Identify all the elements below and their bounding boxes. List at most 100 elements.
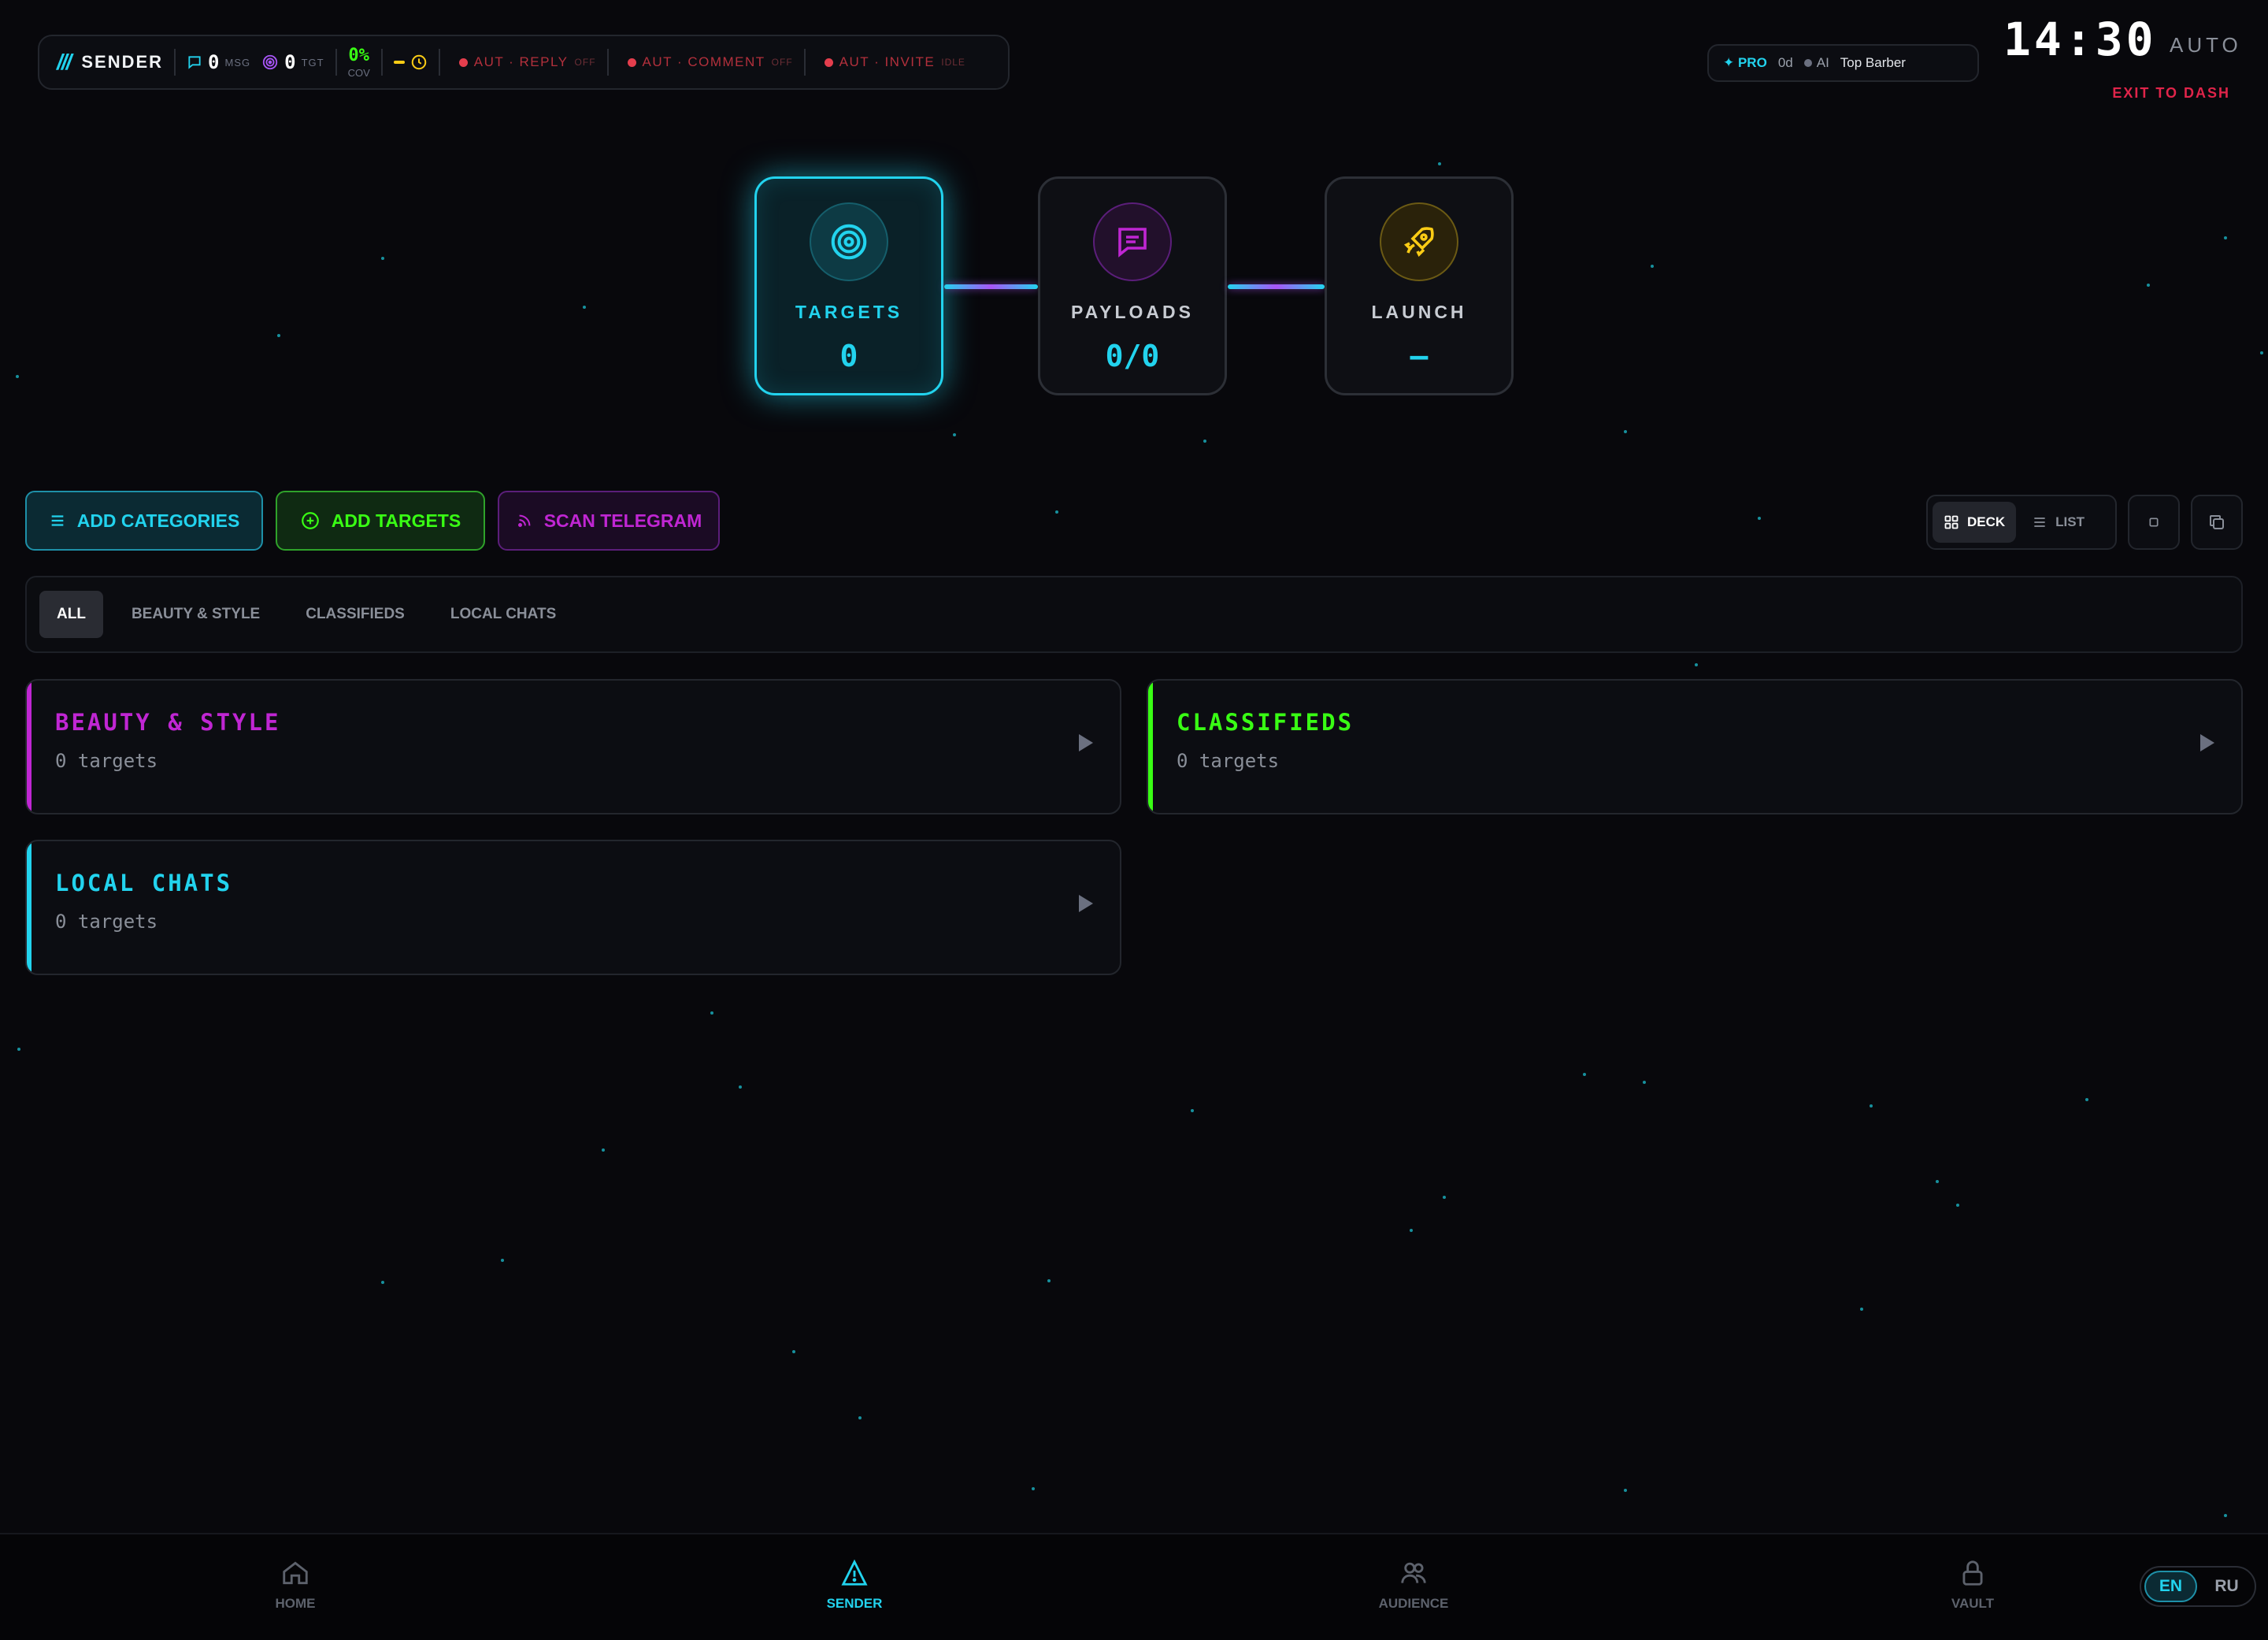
step-value: 0/0 (1105, 339, 1160, 373)
status-bar: /// SENDER 0 MSG 0 TGT 0% COV AUT · REPL… (38, 35, 1010, 90)
automation-name: AUT · INVITE (839, 54, 936, 69)
chat-icon (188, 56, 201, 69)
account-pill[interactable]: ✦ PRO 0d AI Top Barber (1707, 44, 1979, 82)
ai-status: AI (1804, 55, 1829, 71)
plan-badge: ✦ PRO (1723, 55, 1767, 70)
exit-to-dash-link[interactable]: EXIT TO DASH (2112, 85, 2230, 102)
square-icon (2149, 518, 2159, 527)
message-icon (1093, 202, 1172, 281)
copy-icon (2210, 515, 2224, 529)
account-name: Top Barber (1840, 55, 1906, 70)
pipeline-step-targets[interactable]: TARGETS 0 (754, 176, 943, 395)
tgt-label: TGT (301, 56, 324, 69)
step-label: TARGETS (795, 302, 903, 322)
card-title: LOCAL CHATS (55, 870, 233, 896)
send-icon (841, 1559, 868, 1586)
step-value: — (1410, 339, 1429, 373)
rocket-icon (1380, 202, 1458, 281)
brand-name: SENDER (81, 52, 164, 72)
tgt-stat: 0 TGT (261, 51, 324, 73)
bottom-navigation: HOME SENDER AUDIENCE VAULT EN RU (0, 1533, 2268, 1640)
coverage-value: 0% (348, 45, 369, 65)
nav-audience[interactable]: AUDIENCE (1335, 1558, 1492, 1612)
automation-invite[interactable]: AUT · INVITE IDLE (824, 54, 965, 70)
filter-tab-classifieds[interactable]: CLASSIFIEDS (288, 591, 422, 638)
view-toggle: DECK LIST (1926, 495, 2117, 550)
automation-state: OFF (771, 57, 793, 68)
lang-en-button[interactable]: EN (2144, 1571, 2197, 1602)
category-card-classifieds[interactable]: CLASSIFIEDS 0 targets (1147, 679, 2243, 814)
view-list-button[interactable]: LIST (2021, 502, 2096, 543)
card-target-count: 0 targets (1177, 750, 1280, 772)
step-value: 0 (839, 339, 858, 373)
mode-label[interactable]: AUTO (2170, 33, 2242, 58)
play-icon[interactable] (1079, 734, 1093, 751)
clock-icon (411, 54, 426, 70)
play-icon[interactable] (2200, 734, 2214, 751)
timer-stat[interactable] (393, 54, 428, 71)
divider (438, 49, 440, 76)
card-target-count: 0 targets (55, 750, 158, 772)
pipeline-connector (1228, 284, 1325, 289)
automation-reply[interactable]: AUT · REPLY OFF (458, 54, 596, 70)
step-label: PAYLOADS (1071, 302, 1194, 322)
pipeline-connector (944, 284, 1038, 289)
language-switcher: EN RU (2140, 1566, 2256, 1607)
card-accent (1148, 681, 1153, 813)
brand[interactable]: /// SENDER (57, 50, 163, 75)
add-targets-button[interactable]: ADD TARGETS (276, 491, 485, 551)
view-list-label: LIST (2055, 514, 2085, 529)
users-icon (1401, 1562, 1426, 1583)
filter-tab-beauty-style[interactable]: BEAUTY & STYLE (114, 591, 277, 638)
divider (606, 49, 609, 76)
pipeline-step-launch[interactable]: LAUNCH — (1325, 176, 1514, 395)
filter-tab-local-chats[interactable]: LOCAL CHATS (433, 591, 573, 638)
dash-indicator (393, 61, 405, 64)
scan-telegram-button[interactable]: SCAN TELEGRAM (498, 491, 720, 551)
divider (335, 49, 337, 76)
play-icon[interactable] (1079, 895, 1093, 912)
status-dot (824, 58, 833, 67)
view-deck-button[interactable]: DECK (1933, 502, 2017, 543)
clock: 14:30 (2003, 13, 2157, 66)
target-icon (810, 202, 888, 281)
status-dot (627, 58, 636, 67)
card-title: CLASSIFIEDS (1177, 709, 1354, 736)
lock-icon (1962, 1560, 1983, 1586)
status-dot (458, 58, 468, 67)
card-target-count: 0 targets (55, 911, 158, 933)
automation-state: OFF (574, 57, 596, 68)
category-card-local-chats[interactable]: LOCAL CHATS 0 targets (25, 840, 1121, 975)
home-icon (283, 1561, 308, 1585)
automation-state: IDLE (941, 57, 965, 68)
nav-sender[interactable]: SENDER (776, 1558, 933, 1612)
copy-button[interactable] (2191, 495, 2243, 550)
category-filter-tabs: ALL BEAUTY & STYLE CLASSIFIEDS LOCAL CHA… (25, 576, 2243, 653)
days-left: 0d (1777, 55, 1793, 70)
pipeline-step-payloads[interactable]: PAYLOADS 0/0 (1038, 176, 1227, 395)
coverage-label: COV (347, 66, 370, 79)
card-title: BEAUTY & STYLE (55, 709, 281, 736)
msg-label: MSG (224, 56, 251, 69)
nav-label: AUDIENCE (1378, 1596, 1449, 1611)
card-accent (27, 681, 32, 813)
category-card-beauty-style[interactable]: BEAUTY & STYLE 0 targets (25, 679, 1121, 814)
nav-label: HOME (275, 1596, 316, 1611)
step-label: LAUNCH (1371, 302, 1467, 322)
nav-vault[interactable]: VAULT (1894, 1558, 2051, 1612)
list-icon (2034, 518, 2045, 527)
target-small-icon (262, 54, 278, 70)
lang-ru-button[interactable]: RU (2202, 1571, 2251, 1602)
scan-telegram-label: SCAN TELEGRAM (543, 510, 702, 531)
add-categories-button[interactable]: ADD CATEGORIES (25, 491, 263, 551)
nav-home[interactable]: HOME (217, 1558, 374, 1612)
filter-tab-all[interactable]: ALL (39, 591, 103, 638)
card-accent (27, 841, 32, 974)
compact-view-button[interactable] (2128, 495, 2180, 550)
automation-name: AUT · REPLY (473, 54, 569, 69)
add-targets-label: ADD TARGETS (331, 510, 461, 531)
msg-count: 0 (208, 51, 220, 73)
nav-label: SENDER (826, 1596, 883, 1611)
automation-comment[interactable]: AUT · COMMENT OFF (627, 54, 793, 70)
menu-icon (51, 515, 64, 526)
